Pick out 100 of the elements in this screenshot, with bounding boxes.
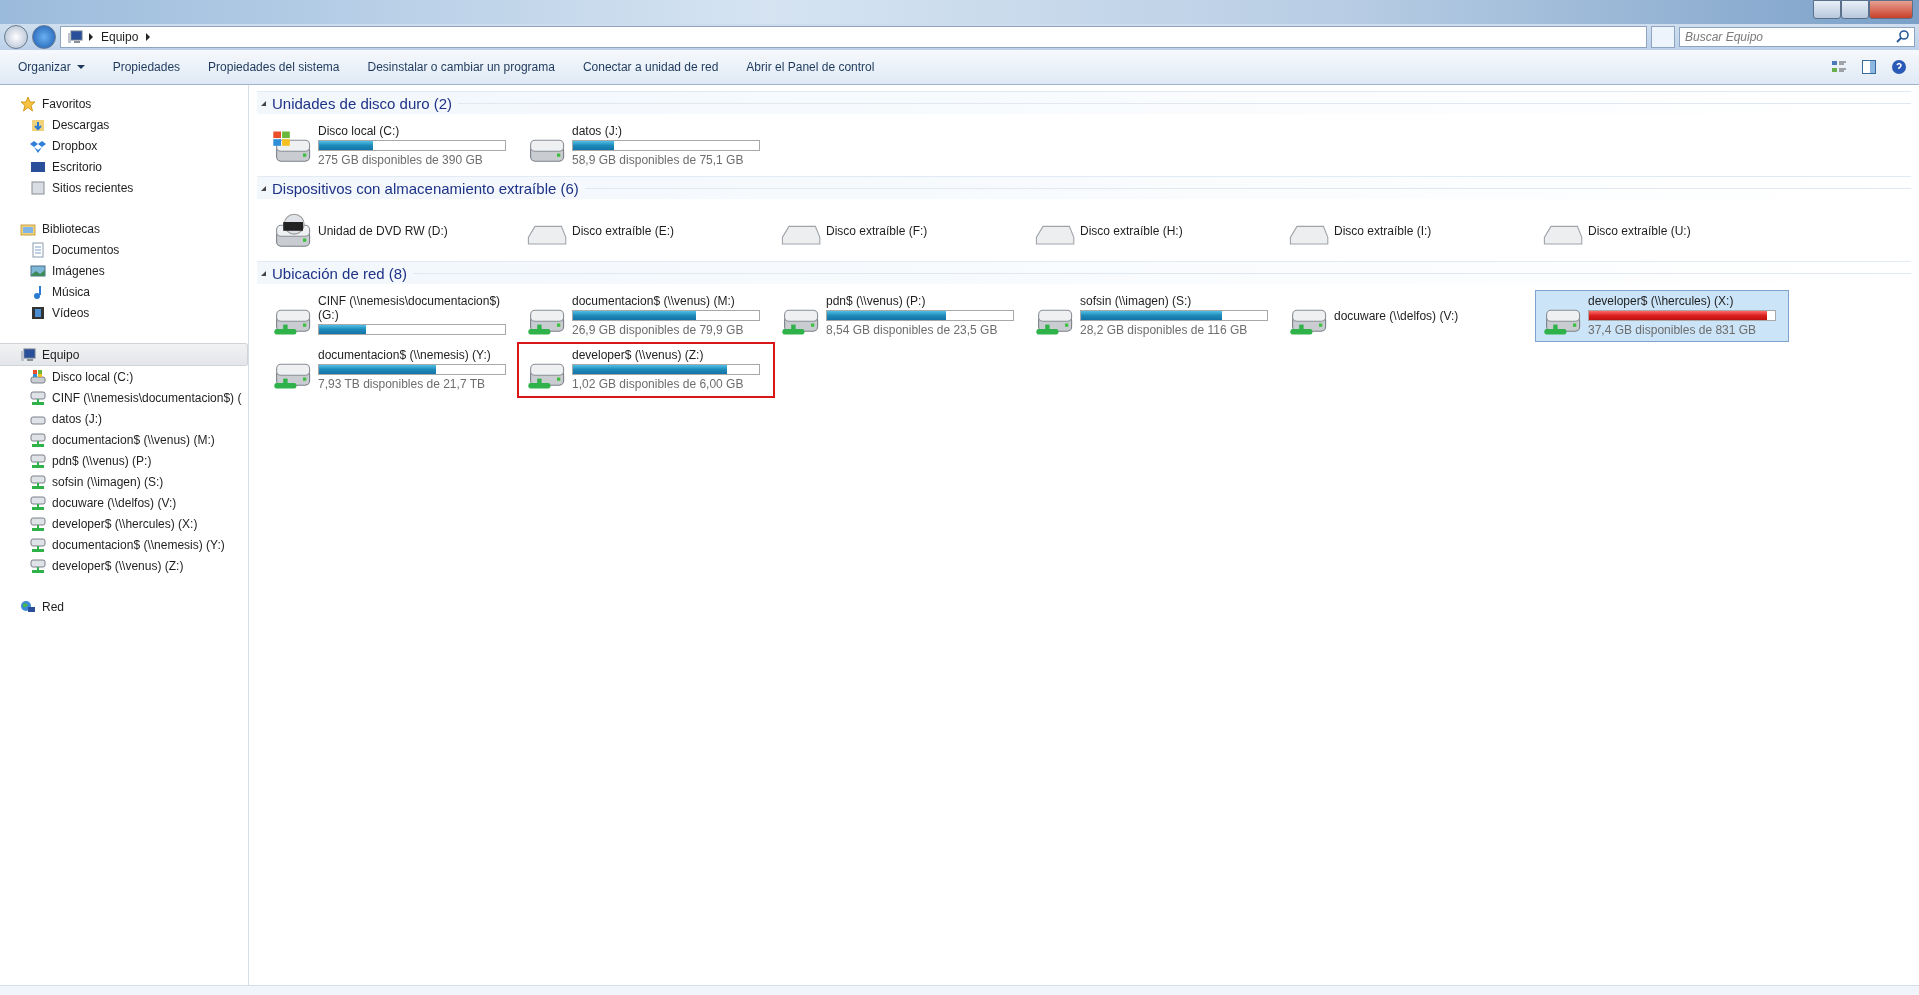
drive-name: sofsin (\\imagen) (S:) — [1080, 294, 1193, 308]
drive-name: developer$ (\\venus) (Z:) — [572, 348, 705, 362]
drive-tile[interactable]: developer$ (\\venus) (Z:) 1,02 GB disponibles de 6,00 GB — [519, 344, 773, 396]
sidebar-item[interactable]: documentacion$ (\\nemesis) (Y:) — [0, 534, 248, 555]
network-drive-icon — [30, 536, 46, 553]
drive-name: pdn$ (\\venus) (P:) — [826, 294, 927, 308]
drive-tile[interactable]: datos (J:) 58,9 GB disponibles de 75,1 GB — [519, 120, 773, 172]
network-drive-icon — [30, 494, 46, 511]
section-header[interactable]: Dispositivos con almacenamiento extraíble (6) — [257, 176, 1911, 199]
drive-name: Unidad de DVD RW (D:) — [318, 224, 449, 238]
free-space-text: 1,02 GB disponibles de 6,00 GB — [572, 377, 745, 391]
drive-tile[interactable]: Disco extraíble (I:) — [1281, 205, 1535, 257]
toolbar-button[interactable]: Abrir el Panel de control — [734, 56, 887, 78]
sidebar-item[interactable]: Red — [0, 596, 248, 617]
close-button[interactable] — [1869, 0, 1913, 19]
section-header[interactable]: Ubicación de red (8) — [257, 261, 1911, 284]
toolbar-button[interactable]: Propiedades — [100, 56, 193, 78]
sidebar-item[interactable]: Escritorio — [0, 156, 248, 177]
sidebar-item[interactable]: Equipo — [0, 343, 248, 366]
search-icon — [1895, 29, 1911, 45]
sidebar-item[interactable]: Favoritos — [0, 93, 248, 114]
sidebar-item[interactable]: Música — [0, 281, 248, 302]
free-space-text: 8,54 GB disponibles de 23,5 GB — [826, 323, 999, 337]
sidebar-item[interactable]: Descargas — [0, 114, 248, 135]
sidebar-item[interactable]: documentacion$ (\\venus) (M:) — [0, 429, 248, 450]
view-options-icon[interactable] — [1831, 59, 1847, 75]
drive-tile[interactable]: Disco extraíble (E:) — [519, 205, 773, 257]
drive-tile[interactable]: docuware (\\delfos) (V:) — [1281, 290, 1535, 342]
sidebar-item[interactable]: docuware (\\delfos) (V:) — [0, 492, 248, 513]
free-space-text: 26,9 GB disponibles de 79,9 GB — [572, 323, 745, 337]
network-drive-icon — [30, 452, 46, 469]
drive-name: Disco extraíble (H:) — [1080, 224, 1184, 238]
sidebar-item[interactable]: pdn$ (\\venus) (P:) — [0, 450, 248, 471]
sidebar-item[interactable]: Bibliotecas — [0, 218, 248, 239]
breadcrumb[interactable]: Equipo — [99, 30, 141, 44]
preview-pane-icon[interactable] — [1861, 59, 1877, 75]
drive-tile[interactable]: developer$ (\\hercules) (X:) 37,4 GB disponibles de 831 GB — [1535, 290, 1789, 342]
drive-name: documentacion$ (\\nemesis) (Y:) — [318, 348, 492, 362]
toolbar-button[interactable]: Desinstalar o cambiar un programa — [355, 56, 567, 78]
sidebar-item[interactable]: developer$ (\\venus) (Z:) — [0, 555, 248, 576]
drive-name: CINF (\\nemesis\documentacion$) (G:) — [318, 294, 502, 322]
network-drive-icon — [30, 431, 46, 448]
sidebar-item[interactable]: Documentos — [0, 239, 248, 260]
maximize-button[interactable] — [1841, 0, 1869, 19]
network-globe-icon — [20, 598, 36, 615]
network-drive-icon — [30, 473, 46, 490]
drive-tile[interactable]: Disco extraíble (H:) — [1027, 205, 1281, 257]
computer-icon — [20, 346, 36, 363]
free-space-text: 58,9 GB disponibles de 75,1 GB — [572, 153, 745, 167]
drive-tile[interactable]: Disco extraíble (F:) — [773, 205, 1027, 257]
drive-name: documentacion$ (\\venus) (M:) — [572, 294, 736, 308]
address-bar[interactable]: Equipo — [60, 26, 1647, 48]
free-space-text: 275 GB disponibles de 390 GB — [318, 153, 484, 167]
toolbar-button[interactable]: Propiedades del sistema — [196, 56, 352, 78]
drive-name: Disco extraíble (F:) — [826, 224, 929, 238]
sidebar-item[interactable]: CINF (\\nemesis\documentacion$) ( — [0, 387, 248, 408]
drive-tile[interactable]: pdn$ (\\venus) (P:) 8,54 GB disponibles de 23,5 GB — [773, 290, 1027, 342]
drive-name: Disco extraíble (U:) — [1588, 224, 1692, 238]
drive-tile[interactable]: documentacion$ (\\venus) (M:) 26,9 GB disponibles de 79,9 GB — [519, 290, 773, 342]
sidebar-item[interactable]: datos (J:) — [0, 408, 248, 429]
free-space-text: 28,2 GB disponibles de 116 GB — [1080, 323, 1249, 337]
sidebar-item[interactable]: Imágenes — [0, 260, 248, 281]
drive-tile[interactable]: Unidad de DVD RW (D:) — [265, 205, 519, 257]
film-icon — [30, 304, 46, 321]
forward-button[interactable] — [32, 25, 56, 49]
free-space-text: 37,4 GB disponibles de 831 GB — [1588, 323, 1758, 337]
windows-drive-icon — [30, 368, 46, 385]
section-header[interactable]: Unidades de disco duro (2) — [257, 91, 1911, 114]
computer-icon — [67, 29, 83, 45]
sidebar-item[interactable]: Dropbox — [0, 135, 248, 156]
search-field[interactable]: Buscar Equipo — [1679, 27, 1915, 47]
sidebar-item[interactable]: Sitios recientes — [0, 177, 248, 198]
drive-name: Disco extraíble (E:) — [572, 224, 676, 238]
drive-name: Disco extraíble (I:) — [1334, 224, 1433, 238]
drive-tile[interactable]: sofsin (\\imagen) (S:) 28,2 GB disponibles de 116 GB — [1027, 290, 1281, 342]
sidebar-item[interactable]: Disco local (C:) — [0, 366, 248, 387]
toolbar-button[interactable]: Organizar — [6, 56, 97, 78]
toolbar-button[interactable]: Conectar a unidad de red — [570, 56, 731, 78]
network-drive-icon — [30, 557, 46, 574]
minimize-button[interactable] — [1813, 0, 1841, 19]
drive-tile[interactable]: CINF (\\nemesis\documentacion$) (G:) — [265, 290, 519, 342]
drive-name: developer$ (\\hercules) (X:) — [1588, 294, 1735, 308]
sidebar-item[interactable]: developer$ (\\hercules) (X:) — [0, 513, 248, 534]
recent-places-icon — [30, 179, 46, 196]
drive-tile[interactable]: documentacion$ (\\nemesis) (Y:) 7,93 TB disponibles de 21,7 TB — [265, 344, 519, 396]
star-icon — [20, 95, 36, 112]
sidebar-item[interactable]: sofsin (\\imagen) (S:) — [0, 471, 248, 492]
document-icon — [30, 241, 46, 258]
picture-icon — [30, 262, 46, 279]
refresh-button[interactable] — [1651, 26, 1675, 48]
drive-tile[interactable]: Disco local (C:) 275 GB disponibles de 390 GB — [265, 120, 519, 172]
drive-tile[interactable]: Disco extraíble (U:) — [1535, 205, 1789, 257]
back-button[interactable] — [4, 25, 28, 49]
drive-name: Disco local (C:) — [318, 124, 401, 138]
sidebar-item[interactable]: Vídeos — [0, 302, 248, 323]
help-icon[interactable] — [1891, 59, 1907, 75]
network-drive-icon — [30, 515, 46, 532]
network-drive-icon — [30, 389, 46, 406]
drive-name: datos (J:) — [572, 124, 623, 138]
free-space-text: 7,93 TB disponibles de 21,7 TB — [318, 377, 486, 391]
